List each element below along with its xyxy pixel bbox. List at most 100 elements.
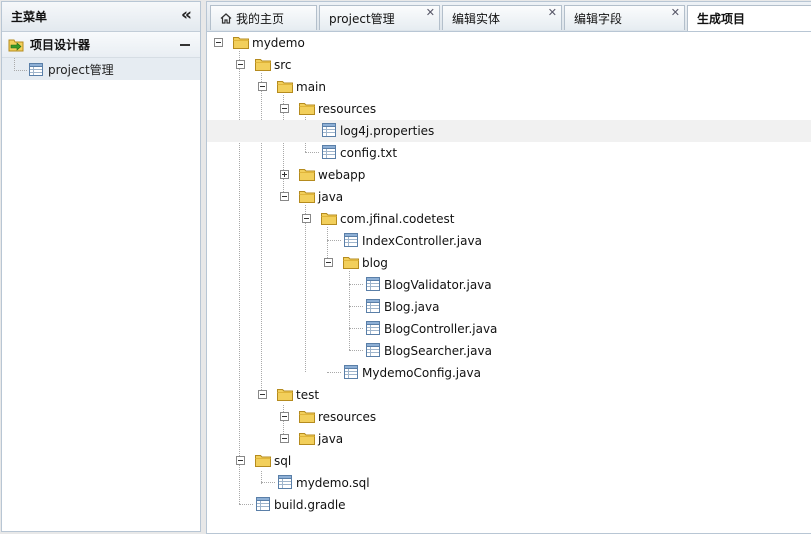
tree-node-mydemo-sql[interactable]: mydemo.sql bbox=[207, 472, 811, 494]
tree-node-label: mydemo bbox=[252, 36, 305, 50]
tab-label: project管理 bbox=[329, 11, 395, 26]
folder-icon bbox=[299, 409, 315, 423]
tree-node-label: MydemoConfig.java bbox=[362, 366, 481, 380]
collapse-toggle-icon[interactable] bbox=[280, 412, 289, 421]
tree-node-label: com.jfinal.codetest bbox=[340, 212, 455, 226]
main-menu-header: 主菜单 « bbox=[2, 2, 200, 32]
tree-node-blog-validator[interactable]: BlogValidator.java bbox=[207, 274, 811, 296]
tree-node-mydemo-config[interactable]: MydemoConfig.java bbox=[207, 362, 811, 384]
collapse-toggle-icon[interactable] bbox=[324, 258, 333, 267]
tree-node-blog[interactable]: blog bbox=[207, 252, 811, 274]
collapse-toggle-icon[interactable] bbox=[302, 214, 311, 223]
folder-arrow-icon bbox=[8, 37, 24, 53]
folder-icon bbox=[277, 387, 293, 401]
file-table-icon bbox=[322, 145, 336, 159]
tree-node-label: webapp bbox=[318, 168, 366, 182]
tree-node-label: sql bbox=[274, 454, 292, 468]
file-table-icon bbox=[366, 321, 380, 335]
tab-edit-entity[interactable]: 编辑实体 ✕ bbox=[442, 5, 562, 30]
expand-toggle-icon[interactable] bbox=[280, 170, 289, 179]
tree-node-build-gradle[interactable]: build.gradle bbox=[207, 494, 811, 516]
group-collapse-icon[interactable] bbox=[180, 43, 190, 46]
folder-icon bbox=[299, 431, 315, 445]
content-panel: 我的主页 project管理 ✕ 编辑实体 ✕ 编辑字段 ✕ 生成项目 myde… bbox=[206, 1, 811, 534]
folder-icon bbox=[255, 453, 271, 467]
file-table-icon bbox=[278, 475, 292, 489]
tree-node-label: resources bbox=[318, 410, 377, 424]
tree-node-blog-controller[interactable]: BlogController.java bbox=[207, 318, 811, 340]
folder-icon bbox=[255, 57, 271, 71]
home-icon bbox=[220, 12, 232, 24]
collapse-toggle-icon[interactable] bbox=[280, 192, 289, 201]
folder-icon bbox=[299, 101, 315, 115]
tree-node-webapp[interactable]: webapp bbox=[207, 164, 811, 186]
file-table-icon bbox=[322, 123, 336, 137]
tree-node-label: main bbox=[296, 80, 326, 94]
tab-label: 生成项目 bbox=[697, 12, 746, 26]
collapse-toggle-icon[interactable] bbox=[258, 82, 267, 91]
tab-close-icon[interactable]: ✕ bbox=[426, 7, 435, 19]
collapse-toggle-icon[interactable] bbox=[280, 104, 289, 113]
tree-node-label: build.gradle bbox=[274, 498, 346, 512]
tree-node-label: java bbox=[318, 432, 344, 446]
menu-group-project-designer[interactable]: 项目设计器 bbox=[2, 32, 200, 58]
tree-node-src[interactable]: src bbox=[207, 54, 811, 76]
tree-node-label: resources bbox=[318, 102, 377, 116]
file-table-icon bbox=[344, 233, 358, 247]
tree-node-label: log4j.properties bbox=[340, 124, 435, 138]
tab-generate-project[interactable]: 生成项目 bbox=[687, 5, 811, 31]
tab-label: 我的主页 bbox=[236, 11, 285, 26]
tab-edit-field[interactable]: 编辑字段 ✕ bbox=[564, 5, 685, 30]
collapse-toggle-icon[interactable] bbox=[236, 60, 245, 69]
project-file-tree: mydemo src main resources log4j.properti… bbox=[207, 31, 811, 533]
file-table-icon bbox=[366, 277, 380, 291]
tree-node-test[interactable]: test bbox=[207, 384, 811, 406]
tree-node-test-resources[interactable]: resources bbox=[207, 406, 811, 428]
tree-node-sql[interactable]: sql bbox=[207, 450, 811, 472]
tree-node-test-java[interactable]: java bbox=[207, 428, 811, 450]
tab-project-manage[interactable]: project管理 ✕ bbox=[319, 5, 440, 30]
menu-group-title: 项目设计器 bbox=[30, 38, 91, 52]
folder-icon bbox=[299, 189, 315, 203]
collapse-toggle-icon[interactable] bbox=[214, 38, 223, 47]
tree-node-label: java bbox=[318, 190, 344, 204]
tree-node-main-resources[interactable]: resources bbox=[207, 98, 811, 120]
tab-home[interactable]: 我的主页 bbox=[210, 5, 317, 30]
tree-node-label: BlogController.java bbox=[384, 322, 498, 336]
sidebar-item-label: project管理 bbox=[48, 62, 114, 77]
tree-node-label: test bbox=[296, 388, 320, 402]
tree-node-label: src bbox=[274, 58, 292, 72]
collapse-toggle-icon[interactable] bbox=[258, 390, 267, 399]
tree-node-main[interactable]: main bbox=[207, 76, 811, 98]
file-table-icon bbox=[344, 365, 358, 379]
tree-node-package[interactable]: com.jfinal.codetest bbox=[207, 208, 811, 230]
tree-node-blog-java[interactable]: Blog.java bbox=[207, 296, 811, 318]
folder-icon bbox=[233, 35, 249, 49]
folder-icon bbox=[343, 255, 359, 269]
folder-icon bbox=[277, 79, 293, 93]
tab-label: 编辑字段 bbox=[574, 11, 623, 26]
main-menu-title: 主菜单 bbox=[11, 10, 48, 24]
tab-close-icon[interactable]: ✕ bbox=[671, 7, 680, 19]
tree-node-label: IndexController.java bbox=[362, 234, 482, 248]
tree-node-java[interactable]: java bbox=[207, 186, 811, 208]
collapse-toggle-icon[interactable] bbox=[236, 456, 245, 465]
tree-node-index-controller[interactable]: IndexController.java bbox=[207, 230, 811, 252]
collapse-toggle-icon[interactable] bbox=[280, 434, 289, 443]
tree-node-blog-searcher[interactable]: BlogSearcher.java bbox=[207, 340, 811, 362]
tree-node-label: mydemo.sql bbox=[296, 476, 370, 490]
folder-icon bbox=[299, 167, 315, 181]
tab-close-icon[interactable]: ✕ bbox=[548, 7, 557, 19]
file-table-icon bbox=[366, 343, 380, 357]
tree-node-label: config.txt bbox=[340, 146, 398, 160]
tree-node-config-txt[interactable]: config.txt bbox=[207, 142, 811, 164]
main-menu-panel: 主菜单 « 项目设计器 project管理 bbox=[1, 1, 201, 532]
folder-icon bbox=[321, 211, 337, 225]
collapse-left-icon[interactable]: « bbox=[181, 7, 192, 24]
tree-node-label: Blog.java bbox=[384, 300, 440, 314]
tree-node-log4j-properties[interactable]: log4j.properties bbox=[207, 120, 811, 142]
tree-node-mydemo[interactable]: mydemo bbox=[207, 32, 811, 54]
tree-node-label: BlogSearcher.java bbox=[384, 344, 492, 358]
tree-node-label: blog bbox=[362, 256, 388, 270]
sidebar-item-project-manage[interactable]: project管理 bbox=[2, 58, 200, 80]
